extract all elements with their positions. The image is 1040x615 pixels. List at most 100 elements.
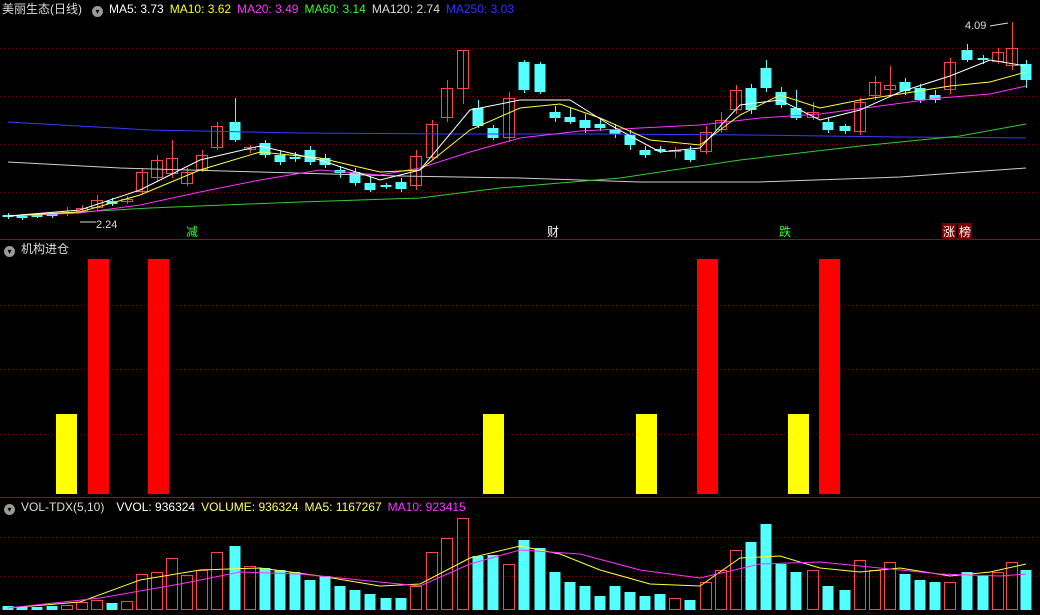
candle-body-down <box>594 124 606 128</box>
volume-bar-down <box>654 594 666 610</box>
candle-body-down <box>609 130 621 134</box>
volume-bar-down <box>319 576 331 610</box>
candle-body-down <box>16 216 28 218</box>
volume-bar-down <box>549 572 561 610</box>
volume-bar-down <box>46 606 58 610</box>
volume-bar-down <box>534 548 546 610</box>
ma-label-1: MA10: 3.62 <box>169 2 232 16</box>
candle-body-down <box>534 64 546 92</box>
candle-body-down <box>289 157 301 159</box>
volume-bar-up <box>196 570 208 610</box>
high-pointer <box>989 22 1009 27</box>
volume-title: VOL-TDX(5,10) <box>21 500 105 514</box>
candle-body-down <box>395 182 407 189</box>
price-panel[interactable]: 美丽生态(日线) ▾ MA5: 3.73 MA10: 3.62 MA20: 3.49 MA… <box>0 0 1040 240</box>
inst-panel[interactable]: ▾ 机构进仓 <box>0 240 1040 498</box>
volume-legend: VVOL: 936324 VOLUME: 936324 MA5: 1167267 MA… <box>116 500 471 514</box>
volume-bar-down <box>594 596 606 610</box>
volume-header: ▾ VOL-TDX(5,10) VVOL: 936324 VOLUME: 936324… <box>0 498 478 516</box>
candle-body-down <box>364 183 376 190</box>
ma20-line <box>7 85 1027 217</box>
candle-body-down <box>549 112 561 118</box>
inst-bar <box>148 259 169 494</box>
event-marker-0: 减 <box>186 225 199 239</box>
volume-bar-up <box>730 550 742 610</box>
volume-bar-down <box>106 603 118 610</box>
candle-body-down <box>274 155 286 162</box>
candlestick-chart[interactable] <box>0 0 1040 240</box>
volume-bar-down <box>822 586 834 610</box>
volume-panel[interactable]: ▾ VOL-TDX(5,10) VVOL: 936324 VOLUME: 936324… <box>0 498 1040 615</box>
candle-body-down <box>639 150 651 155</box>
volume-bar-down <box>289 572 301 610</box>
volume-label-2: MA5: 1167267 <box>304 500 382 514</box>
volume-bar-down <box>564 582 576 610</box>
candle-body-down <box>472 108 484 126</box>
volume-bar-down <box>1020 570 1032 610</box>
ma120-line <box>7 161 1027 183</box>
volume-bar-up <box>166 558 178 610</box>
inst-bar <box>819 259 840 494</box>
volume-bar-down <box>684 600 696 610</box>
inst-bar <box>636 414 657 494</box>
volume-bar-down <box>929 582 941 610</box>
inst-bar <box>788 414 809 494</box>
volume-bar-up <box>410 586 422 610</box>
dropdown-icon[interactable]: ▾ <box>92 6 103 17</box>
candle-body-down <box>487 128 499 138</box>
vol-ma10-line <box>7 549 1027 609</box>
candle-body-down <box>518 62 530 90</box>
volume-bar-down <box>274 570 286 610</box>
ma-label-4: MA120: 2.74 <box>371 2 440 16</box>
volume-bar-down <box>472 556 484 610</box>
volume-label-3: MA10: 923415 <box>387 500 466 514</box>
volume-bar-down <box>745 542 757 610</box>
high-price-label: 4.09 <box>965 20 987 32</box>
volume-bar-up <box>669 598 681 610</box>
event-marker-1: 财 <box>547 225 560 239</box>
candle-body-down <box>745 88 757 110</box>
volume-bar-up <box>76 602 88 610</box>
volume-bar-down <box>914 580 926 610</box>
candle-body-down <box>760 68 772 88</box>
volume-bar-up <box>854 560 866 610</box>
volume-bar-down <box>624 592 636 610</box>
volume-label-1: VOLUME: 936324 <box>201 500 299 514</box>
volume-bar-down <box>487 555 499 610</box>
candle-body-down <box>624 135 636 145</box>
dropdown-icon[interactable]: ▾ <box>4 246 15 257</box>
inst-bar-chart[interactable] <box>0 240 1040 498</box>
volume-bar-up <box>503 564 515 610</box>
volume-bar-down <box>334 586 346 610</box>
inst-bar <box>88 259 109 494</box>
volume-bar-down <box>775 564 787 610</box>
volume-bar-down <box>639 596 651 610</box>
volume-bar-down <box>259 568 271 610</box>
volume-bar-up <box>181 575 193 610</box>
event-marker-3: 涨 <box>942 223 957 240</box>
ma-legend: MA5: 3.73 MA10: 3.62 MA20: 3.49 MA60: 3.14 M… <box>109 2 520 16</box>
candle-body-down <box>579 120 591 128</box>
candle-body-down <box>304 150 316 162</box>
candle-body-down <box>229 122 241 140</box>
volume-bar-up <box>700 582 712 610</box>
volume-bar-down <box>395 598 407 610</box>
volume-bar-up <box>992 572 1004 610</box>
inst-header: ▾ 机构进仓 <box>0 240 75 258</box>
volume-label-0: VVOL: 936324 <box>116 500 196 514</box>
dropdown-icon[interactable]: ▾ <box>4 504 15 515</box>
inst-title: 机构进仓 <box>21 242 70 256</box>
ma-label-2: MA20: 3.49 <box>237 2 299 16</box>
volume-bar-up <box>869 570 881 610</box>
volume-bar-down <box>977 576 989 610</box>
volume-bar-down <box>790 572 802 610</box>
inst-bar <box>697 259 718 494</box>
volume-bar-down <box>31 607 43 610</box>
volume-bar-down <box>609 586 621 610</box>
candle-body-down <box>977 58 989 60</box>
volume-bar-down <box>304 580 316 610</box>
inst-bar <box>56 414 77 494</box>
volume-bar-down <box>349 590 361 610</box>
event-marker-2: 跌 <box>779 225 792 239</box>
candle-body-down <box>822 122 834 130</box>
